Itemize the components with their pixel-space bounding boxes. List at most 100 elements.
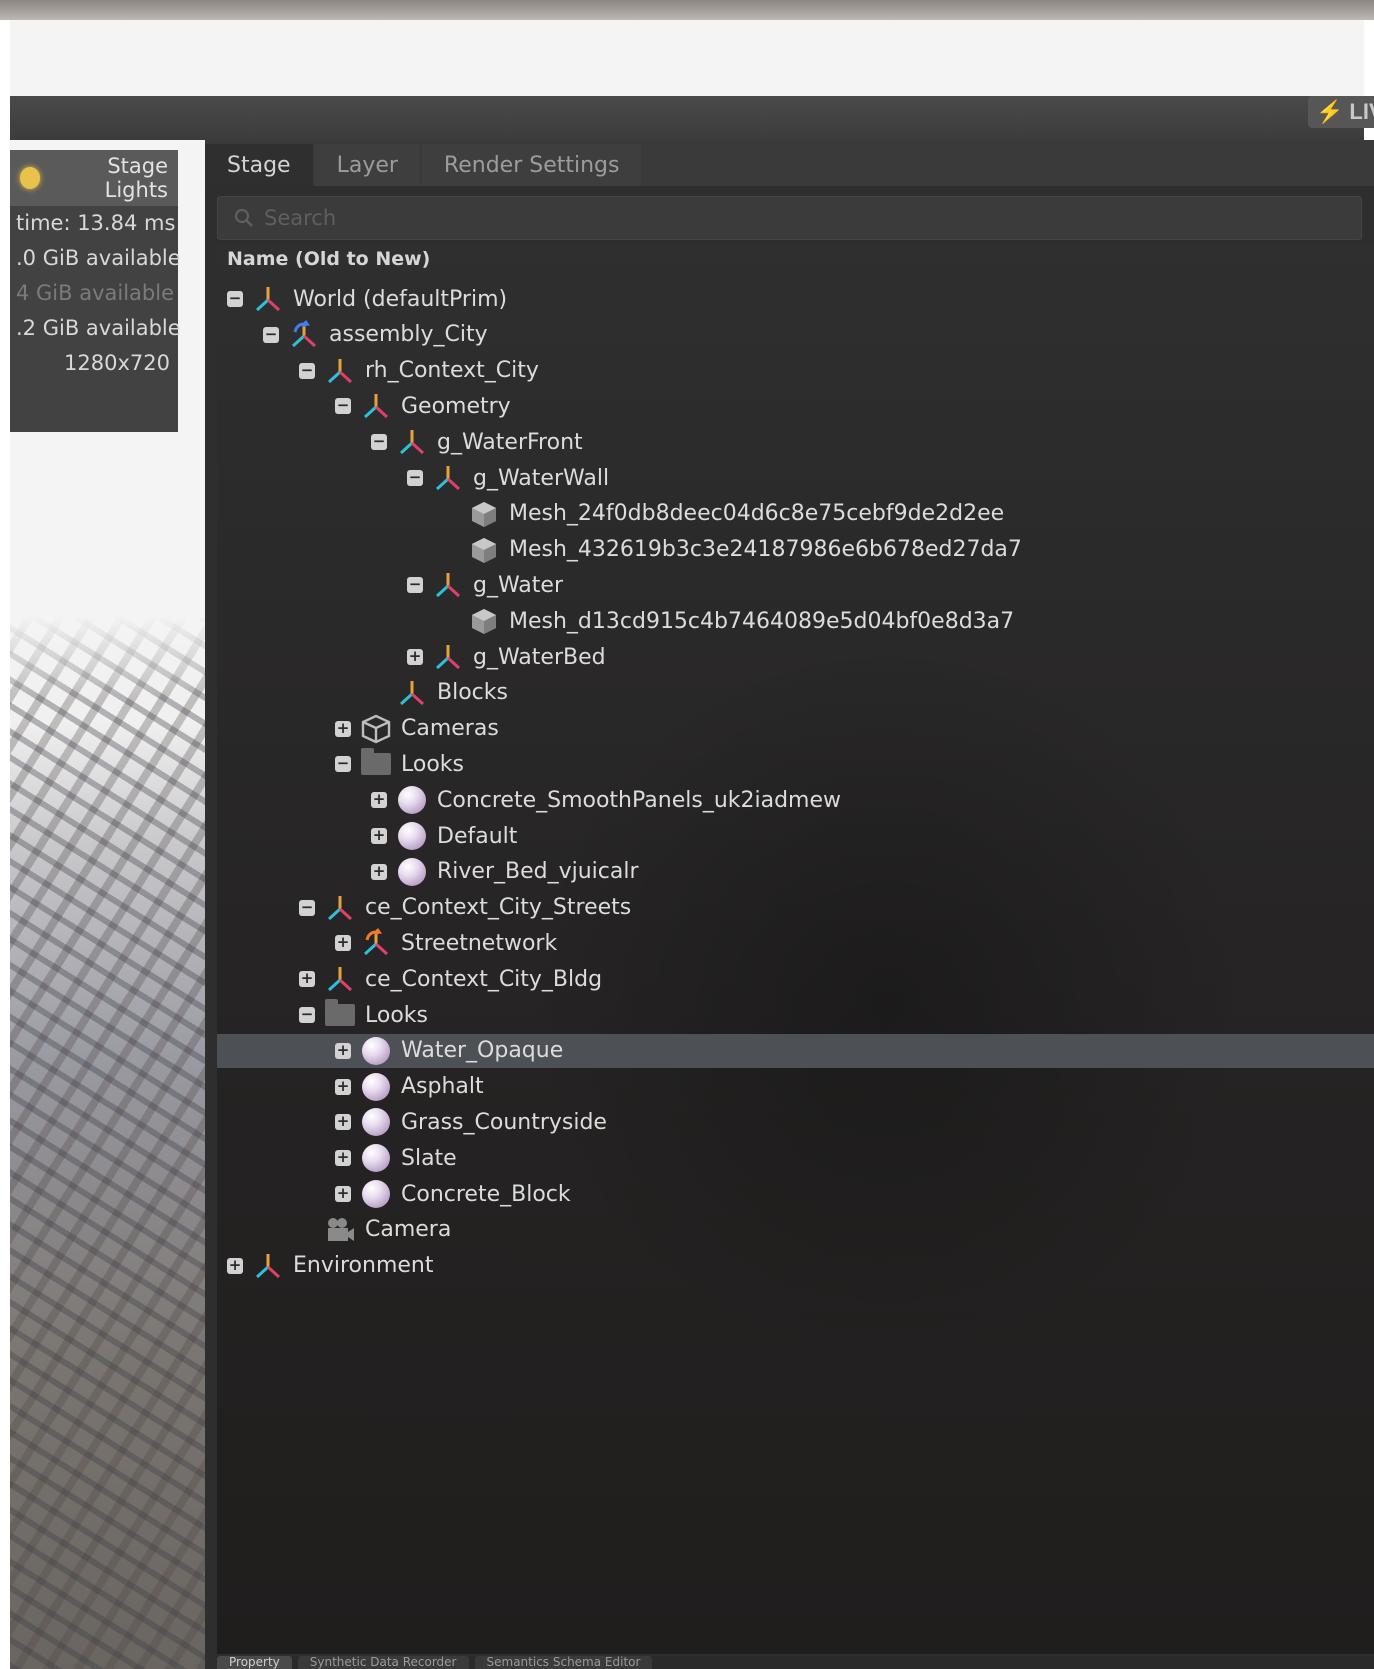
tree-row[interactable]: + ce_Context_City_Bldg (217, 962, 1374, 996)
expand-icon[interactable]: + (335, 720, 351, 737)
tree-row[interactable]: − World (defaultPrim) (217, 282, 1374, 316)
hud-frame-time: time: 13.84 ms (16, 211, 176, 235)
tree-row[interactable]: Camera (217, 1213, 1374, 1247)
tree-row[interactable]: + g_WaterBed (217, 640, 1374, 674)
stage-tree: Name (Old to New) − World (defaultPrim) − a… (217, 244, 1374, 1654)
tree-row-label: Concrete_Block (401, 1181, 571, 1207)
collapse-icon[interactable]: − (299, 899, 315, 916)
tree-row[interactable]: Mesh_432619b3c3e24187986e6b678ed27da7 (217, 533, 1374, 567)
tree-row[interactable]: − Looks (217, 998, 1374, 1032)
expand-icon[interactable]: + (335, 1042, 351, 1059)
tree-row[interactable]: + Grass_Countryside (217, 1105, 1374, 1139)
hud-resolution: 1280x720 (64, 351, 170, 375)
tree-row[interactable]: + Streetnetwork (217, 926, 1374, 960)
tree-row[interactable]: + Slate (217, 1141, 1374, 1175)
expand-icon[interactable]: + (335, 1186, 351, 1202)
tree-row-label: g_WaterFront (437, 429, 583, 455)
mesh-icon (469, 499, 499, 529)
tree-row[interactable]: Blocks (217, 676, 1374, 710)
collapse-icon[interactable]: − (371, 434, 387, 451)
expand-icon[interactable]: + (371, 828, 387, 844)
hud-memory-1: .0 GiB available (16, 246, 181, 270)
collapse-icon[interactable]: − (227, 291, 243, 307)
xform-icon (361, 391, 391, 421)
stage-lights-label: Stage Lights (104, 154, 168, 202)
tab-property[interactable]: Property (217, 1656, 292, 1669)
tree-row[interactable]: − assembly_City (217, 318, 1374, 352)
stage-lights-menu[interactable]: Stage Lights (10, 150, 178, 206)
tree-row[interactable]: + Concrete_SmoothPanels_uk2iadmew (217, 783, 1374, 817)
column-header-name[interactable]: Name (Old to New) (227, 248, 430, 270)
tab-synthetic-data-recorder[interactable]: Synthetic Data Recorder (297, 1656, 469, 1669)
xform-icon (325, 893, 355, 923)
xform-icon (433, 642, 463, 672)
mesh-icon (469, 606, 499, 636)
expand-icon[interactable]: + (227, 1257, 243, 1274)
search-icon (234, 208, 253, 227)
tab-stage[interactable]: Stage (205, 144, 313, 186)
collapse-icon[interactable]: − (407, 577, 423, 594)
tree-row[interactable]: + Concrete_Block (217, 1177, 1374, 1211)
xform-ref-icon (289, 319, 319, 350)
tab-semantics-schema-editor[interactable]: Semantics Schema Editor (474, 1656, 653, 1669)
tree-row-label: World (defaultPrim) (293, 286, 508, 312)
material-icon (361, 1036, 391, 1066)
tree-row-label: g_WaterBed (473, 644, 606, 670)
search-input[interactable]: Search (217, 196, 1362, 240)
xform-icon (253, 284, 283, 314)
tab-layer[interactable]: Layer (314, 144, 420, 186)
tree-row[interactable]: − g_Water (217, 568, 1374, 602)
tree-row-label: Slate (401, 1145, 457, 1171)
expand-icon[interactable]: + (371, 792, 387, 809)
expand-icon[interactable]: + (335, 1114, 351, 1131)
expand-icon[interactable]: + (299, 971, 315, 988)
expand-icon[interactable]: + (371, 863, 387, 880)
tree-row-label: Mesh_432619b3c3e24187986e6b678ed27da7 (509, 537, 1022, 563)
collapse-icon[interactable]: − (335, 398, 351, 415)
tree-row[interactable]: − g_WaterWall (217, 461, 1374, 495)
xform-icon (397, 427, 427, 457)
tree-row[interactable]: + Cameras (217, 712, 1374, 746)
collapse-icon[interactable]: − (407, 470, 423, 486)
tree-row[interactable]: + Asphalt (217, 1070, 1374, 1104)
live-button[interactable]: ⚡ LIV (1308, 96, 1374, 128)
expand-icon[interactable]: + (335, 1078, 351, 1095)
tree-row[interactable]: − Geometry (217, 389, 1374, 423)
tree-row[interactable]: − g_WaterFront (217, 425, 1374, 459)
stage-panel-tabs: Stage Layer Render Settings (205, 140, 1374, 186)
tree-row[interactable]: + Default (217, 819, 1374, 853)
material-icon (361, 1143, 391, 1173)
xform-icon (397, 678, 427, 708)
tree-row[interactable]: + Water_Opaque (217, 1033, 1374, 1068)
tree-row[interactable]: − rh_Context_City (217, 354, 1374, 388)
tree-row-label: Asphalt (401, 1074, 484, 1100)
tree-row[interactable]: Mesh_24f0db8deec04d6c8e75cebf9de2d2ee (217, 497, 1374, 531)
collapse-icon[interactable]: − (299, 1007, 315, 1023)
tree-row-label: Looks (401, 751, 464, 777)
tree-row[interactable]: + Environment (217, 1249, 1374, 1283)
tab-render-settings[interactable]: Render Settings (421, 144, 642, 186)
expand-icon[interactable]: + (335, 1150, 351, 1167)
tree-row-label: Blocks (437, 680, 508, 706)
search-placeholder: Search (264, 206, 337, 230)
folder-icon (361, 748, 391, 779)
expand-icon[interactable]: + (407, 649, 423, 665)
tree-row-label: Looks (365, 1002, 428, 1028)
xform-icon (253, 1251, 283, 1281)
expand-icon[interactable]: + (335, 935, 351, 952)
tree-row-label: Mesh_24f0db8deec04d6c8e75cebf9de2d2ee (509, 501, 1005, 527)
tree-row[interactable]: − Looks (217, 747, 1374, 781)
collapse-icon[interactable]: − (299, 362, 315, 379)
tree-row-label: g_Water (473, 572, 563, 598)
collapse-icon[interactable]: − (263, 326, 279, 343)
tree-row[interactable]: Mesh_d13cd915c4b7464089e5d04bf0e8d3a7 (217, 604, 1374, 638)
tree-row[interactable]: + River_Bed_vjuicalr (217, 855, 1374, 889)
tree-row[interactable]: − ce_Context_City_Streets (217, 891, 1374, 925)
tree-row-label: assembly_City (329, 322, 488, 348)
folder-icon (325, 999, 355, 1030)
tree-row-label: rh_Context_City (365, 358, 539, 384)
xform-icon (433, 463, 463, 493)
collapse-icon[interactable]: − (335, 756, 351, 773)
